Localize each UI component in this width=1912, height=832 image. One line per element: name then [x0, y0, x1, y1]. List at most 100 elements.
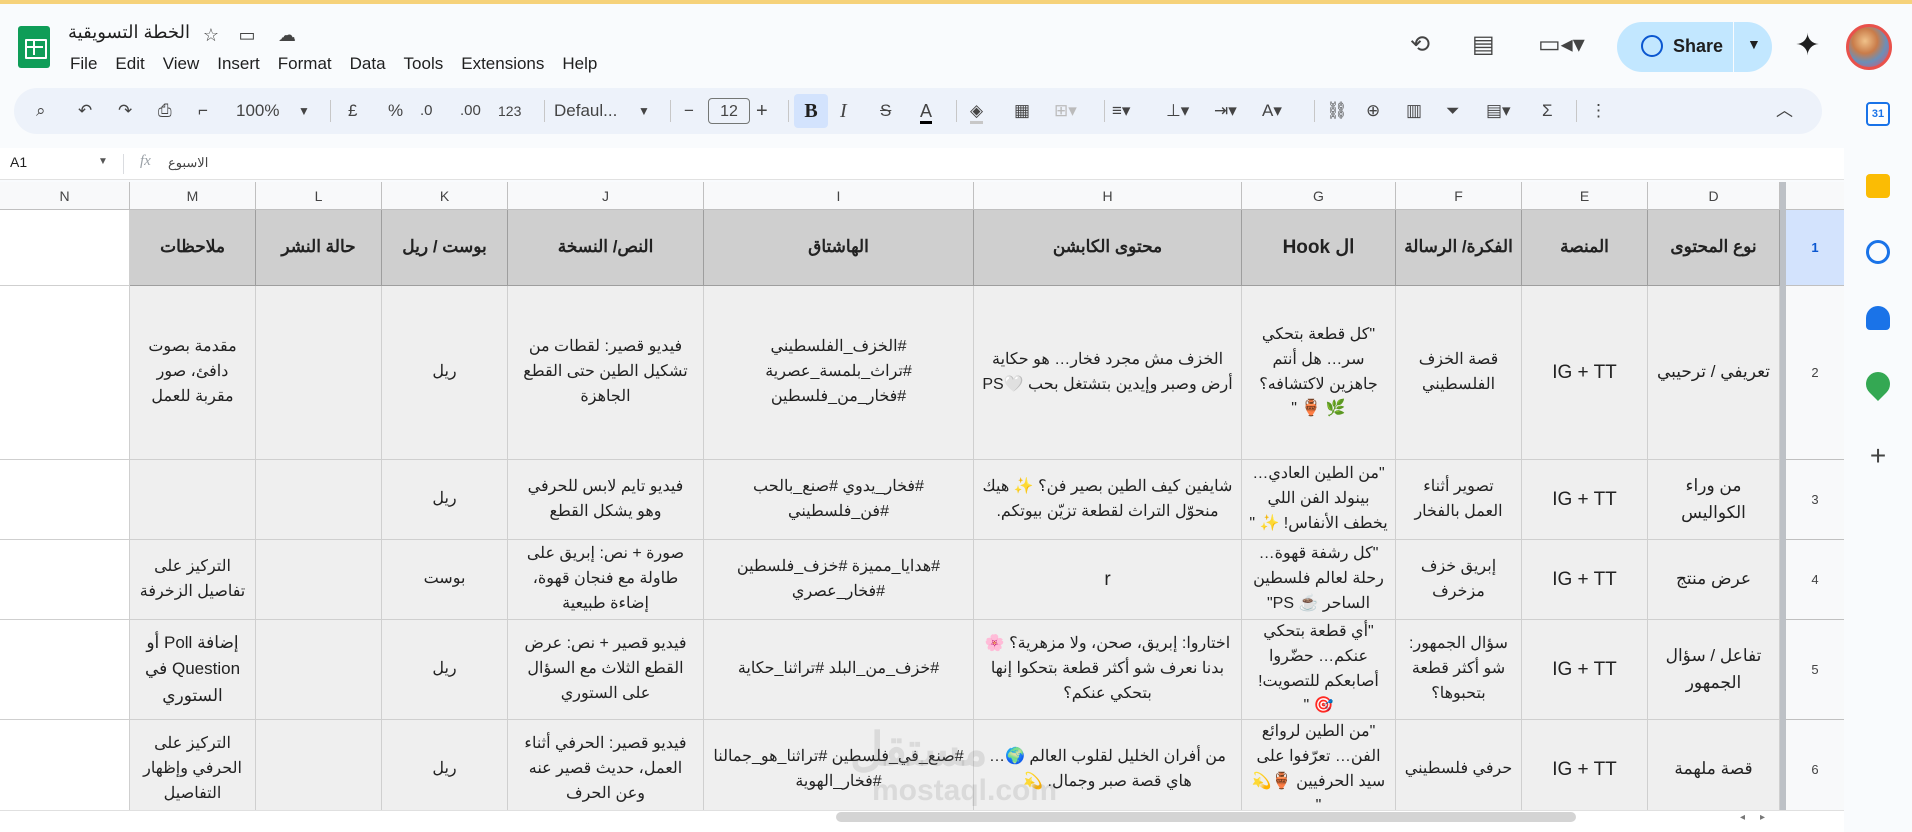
functions-icon[interactable]: Σ — [1542, 98, 1553, 124]
cell-g4[interactable]: "كل رشفة قهوة… رحلة لعالم فلسطين الساحر … — [1242, 540, 1396, 620]
menu-insert[interactable]: Insert — [217, 54, 260, 74]
cell-e3[interactable]: IG + TT — [1522, 460, 1648, 540]
cell-e4[interactable]: IG + TT — [1522, 540, 1648, 620]
name-box-caret-icon[interactable]: ▼ — [98, 156, 108, 167]
cell-f5[interactable]: سؤال الجمهور: شو أكثر قطعة بتحبوها؟ — [1396, 620, 1522, 720]
cell-e2[interactable]: IG + TT — [1522, 286, 1648, 460]
cell-k1[interactable]: بوست / ريل — [382, 210, 508, 286]
font-caret-icon[interactable]: ▼ — [638, 98, 650, 124]
column-header-l[interactable]: L — [256, 182, 382, 210]
cell-h1[interactable]: محتوى الكابشن — [974, 210, 1242, 286]
cell-f1[interactable]: الفكرة/ الرسالة — [1396, 210, 1522, 286]
cell-l1[interactable]: حالة النشر — [256, 210, 382, 286]
cell-f2[interactable]: قصة الخزف الفلسطيني — [1396, 286, 1522, 460]
cell-n4[interactable] — [0, 540, 130, 620]
column-header-e[interactable]: E — [1522, 182, 1648, 210]
tasks-icon[interactable] — [1866, 240, 1890, 264]
gemini-icon[interactable]: ✦ — [1795, 28, 1820, 63]
cell-m6[interactable]: التركيز على الحرفي وإظهار التفاصيل — [130, 720, 256, 810]
cell-k6[interactable]: ريل — [382, 720, 508, 810]
bold-button[interactable]: B — [794, 94, 828, 128]
cell-h5[interactable]: اختاروا: إبريق، صحن، ولا مزهرية؟ 🌸 بدنا … — [974, 620, 1242, 720]
column-header-n[interactable]: N — [0, 182, 130, 210]
zoom-select[interactable]: 100% — [236, 98, 279, 124]
cell-j1[interactable]: النص/ النسخة — [508, 210, 704, 286]
cell-l5[interactable] — [256, 620, 382, 720]
more-formats-button[interactable]: 123 — [498, 98, 521, 124]
cell-l6[interactable] — [256, 720, 382, 810]
cell-m5[interactable]: إضافة Poll أو Question في الستوري — [130, 620, 256, 720]
row-header-2[interactable]: 2 — [1786, 286, 1844, 460]
calendar-icon[interactable]: 31 — [1866, 102, 1890, 126]
column-header-k[interactable]: K — [382, 182, 508, 210]
menu-view[interactable]: View — [163, 54, 200, 74]
cell-m3[interactable] — [130, 460, 256, 540]
get-addons-icon[interactable]: + — [1866, 442, 1890, 470]
horizontal-align-icon[interactable]: ≡▾ — [1112, 98, 1130, 124]
menu-data[interactable]: Data — [350, 54, 386, 74]
menu-edit[interactable]: Edit — [115, 54, 144, 74]
cell-f6[interactable]: حرفي فلسطيني — [1396, 720, 1522, 810]
cell-m4[interactable]: التركيز على تفاصيل الزخرفة — [130, 540, 256, 620]
share-button[interactable]: Share ▼ — [1617, 22, 1772, 72]
cell-f3[interactable]: تصوير أثناء العمل بالفخار — [1396, 460, 1522, 540]
cell-i2[interactable]: #الخزف_الفلسطيني #تراث_بلمسة_عصرية #فخار… — [704, 286, 974, 460]
cell-d4[interactable]: عرض منتج — [1648, 540, 1780, 620]
insert-comment-icon[interactable]: ⊕ — [1366, 98, 1380, 124]
cell-f4[interactable]: إبريق خزف مزخرف — [1396, 540, 1522, 620]
borders-icon[interactable]: ▦ — [1014, 98, 1030, 124]
percent-format-button[interactable]: % — [388, 98, 403, 124]
cell-d5[interactable]: تفاعل / سؤال الجمهور — [1648, 620, 1780, 720]
row-header-3[interactable]: 3 — [1786, 460, 1844, 540]
star-icon[interactable]: ☆ — [200, 24, 222, 46]
undo-icon[interactable]: ↶ — [78, 98, 92, 124]
text-color-button[interactable]: A — [920, 98, 933, 124]
cell-g1[interactable]: ال Hook — [1242, 210, 1396, 286]
column-header-f[interactable]: F — [1396, 182, 1522, 210]
fill-color-icon[interactable]: ◈ — [970, 98, 984, 124]
cell-j3[interactable]: فيديو تايم لابس للحرفي وهو يشكل القطع — [508, 460, 704, 540]
row-header-6[interactable]: 6 — [1786, 720, 1844, 810]
cell-l3[interactable] — [256, 460, 382, 540]
scroll-right-arrow-icon[interactable]: ▸ — [1760, 812, 1765, 823]
text-rotation-icon[interactable]: A▾ — [1262, 98, 1282, 124]
avatar[interactable] — [1846, 24, 1892, 70]
cell-g3[interactable]: "من الطين العادي… بينولد الفن اللي يخطف … — [1242, 460, 1396, 540]
menu-tools[interactable]: Tools — [404, 54, 444, 74]
column-header-i[interactable]: I — [704, 182, 974, 210]
vertical-align-icon[interactable]: ⊥▾ — [1166, 98, 1189, 124]
text-wrapping-icon[interactable]: ⇥▾ — [1214, 98, 1237, 124]
cell-n2[interactable] — [0, 286, 130, 460]
row-header-4[interactable]: 4 — [1786, 540, 1844, 620]
cell-e1[interactable]: المنصة — [1522, 210, 1648, 286]
select-all-corner[interactable] — [1786, 182, 1844, 210]
cell-l2[interactable] — [256, 286, 382, 460]
cell-i3[interactable]: #فخار_يدوي #صنع_بالحب #فن_فلسطيني — [704, 460, 974, 540]
horizontal-scrollbar[interactable] — [836, 812, 1576, 822]
italic-button[interactable]: I — [840, 98, 847, 124]
comments-icon[interactable]: ▤ — [1472, 30, 1495, 59]
font-select[interactable]: Defaul... — [554, 98, 617, 124]
cell-d3[interactable]: من وراء الكواليس — [1648, 460, 1780, 540]
sheets-logo-icon[interactable] — [18, 26, 50, 68]
cell-j6[interactable]: فيديو قصير: الحرفي أثناء العمل، حديث قصي… — [508, 720, 704, 810]
name-box[interactable]: A1 — [10, 154, 27, 170]
zoom-caret-icon[interactable]: ▼ — [298, 98, 310, 124]
cell-h4[interactable]: r — [974, 540, 1242, 620]
meet-icon[interactable]: ▭◂▾ — [1538, 30, 1585, 59]
cell-n6[interactable] — [0, 720, 130, 810]
cell-h2[interactable]: الخزف مش مجرد فخار… هو حكاية أرض وصبر وإ… — [974, 286, 1242, 460]
cell-m1[interactable]: ملاحظات — [130, 210, 256, 286]
merge-cells-icon[interactable]: ⊞▾ — [1054, 98, 1077, 124]
cell-m2[interactable]: مقدمة بصوت دافئ، صور مقربة للعمل — [130, 286, 256, 460]
column-header-m[interactable]: M — [130, 182, 256, 210]
cell-n5[interactable] — [0, 620, 130, 720]
column-header-j[interactable]: J — [508, 182, 704, 210]
cell-j5[interactable]: فيديو قصير + نص: عرض القطع الثلاث مع الس… — [508, 620, 704, 720]
cell-k2[interactable]: ريل — [382, 286, 508, 460]
cell-n3[interactable] — [0, 460, 130, 540]
row-header-1[interactable]: 1 — [1786, 210, 1844, 286]
cell-h3[interactable]: شايفين كيف الطين بصير فن؟ ✨ هيك منحوّل ا… — [974, 460, 1242, 540]
redo-icon[interactable]: ↷ — [118, 98, 132, 124]
filter-views-icon[interactable]: ▤▾ — [1486, 98, 1511, 124]
